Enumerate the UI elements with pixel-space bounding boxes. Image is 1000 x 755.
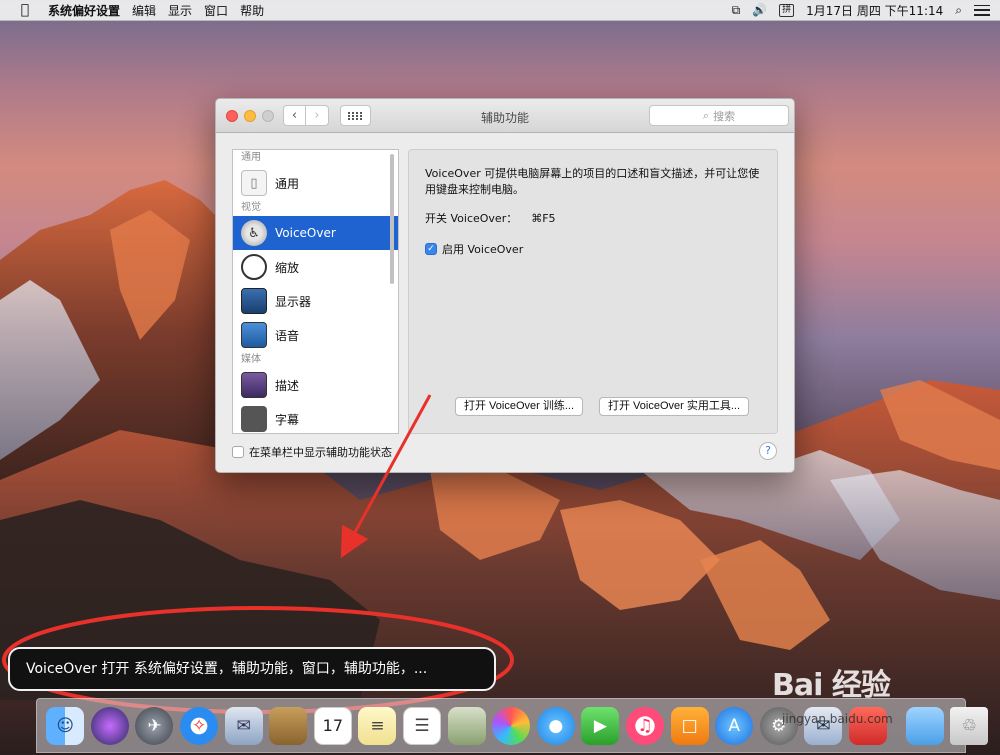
voiceover-description: VoiceOver 可提供电脑屏幕上的项目的口述和盲文描述，并可让您使用键盘来控…: [425, 167, 760, 196]
sidebar-item-general[interactable]: ▯ 通用: [233, 166, 398, 200]
display-icon: [241, 288, 267, 314]
menu-window[interactable]: 窗口: [204, 2, 228, 19]
ibooks-icon[interactable]: □: [670, 706, 709, 745]
sidebar-item-captions[interactable]: 字幕: [233, 402, 398, 433]
sidebar-item-label: 语音: [275, 328, 300, 343]
menu-help[interactable]: 帮助: [240, 2, 264, 19]
menu-view[interactable]: 显示: [168, 2, 192, 19]
itunes-icon[interactable]: ♫: [626, 706, 665, 745]
descriptions-icon: [241, 372, 267, 398]
section-header-media: 媒体: [241, 354, 261, 365]
sidebar-item-speech[interactable]: 语音: [233, 318, 398, 352]
folder-icon[interactable]: [905, 706, 944, 745]
menu-clock[interactable]: 1月17日 周四 下午11:14: [806, 2, 943, 19]
sidebar-item-zoom[interactable]: 缩放: [233, 250, 398, 284]
enable-voiceover-label: 启用 VoiceOver: [442, 243, 524, 256]
captions-icon: [241, 406, 267, 432]
open-voiceover-utility-button[interactable]: 打开 VoiceOver 实用工具...: [599, 397, 750, 416]
photos-icon[interactable]: [492, 706, 531, 745]
general-icon: ▯: [241, 170, 267, 196]
facetime-icon[interactable]: ▶: [581, 706, 620, 745]
search-icon: ⌕: [702, 108, 710, 122]
finder-icon[interactable]: ☺: [46, 706, 85, 745]
notification-center-icon[interactable]: [974, 4, 990, 16]
menu-extras: ⧉ 🔊 拼 1月17日 周四 下午11:14 ⌕: [720, 2, 1000, 19]
mail-icon[interactable]: ✉: [224, 706, 263, 745]
sidebar-item-descriptions[interactable]: 描述: [233, 368, 398, 402]
search-input[interactable]: ⌕ 搜索: [649, 105, 789, 126]
safari-icon[interactable]: ✧: [180, 706, 219, 745]
voiceover-caption-panel: VoiceOver 打开 系统偏好设置，辅助功能，窗口，辅助功能，...: [8, 647, 496, 691]
speech-icon: [241, 322, 267, 348]
window-titlebar[interactable]: ‹ › 辅助功能 ⌕ 搜索: [216, 99, 794, 133]
voiceover-icon: ♿: [241, 220, 267, 246]
sidebar-item-label: 通用: [275, 176, 300, 191]
sidebar-item-label: 描述: [275, 378, 300, 393]
sidebar-item-label: 显示器: [275, 294, 312, 309]
section-header-general: 通用: [241, 152, 261, 163]
section-header-vision: 视觉: [241, 202, 261, 213]
search-placeholder: 搜索: [713, 109, 736, 123]
reminders-icon[interactable]: ☰: [403, 706, 442, 745]
checkmark-icon[interactable]: ✓: [425, 243, 437, 255]
zoom-icon: [241, 254, 267, 280]
baidu-watermark: Bai 经验: [772, 660, 972, 703]
apple-menu-icon[interactable]: : [14, 2, 36, 18]
sidebar-item-display[interactable]: 显示器: [233, 284, 398, 318]
unchecked-box-icon[interactable]: [232, 446, 244, 458]
input-method-icon[interactable]: 拼: [779, 3, 795, 17]
appstore-icon[interactable]: A: [715, 706, 754, 745]
sidebar-scrollbar[interactable]: [390, 154, 394, 284]
watermark-url: jingyan.baidu.com: [782, 712, 893, 726]
calendar-icon[interactable]: 17: [313, 706, 352, 745]
spotlight-search-icon[interactable]: ⌕: [955, 3, 962, 18]
accessibility-window: ‹ › 辅助功能 ⌕ 搜索 通用 ▯ 通用 视觉 ♿ VoiceOver 缩放: [215, 98, 795, 473]
trash-icon[interactable]: ♲: [950, 706, 989, 745]
sidebar-item-label: 缩放: [275, 260, 300, 275]
messages-icon[interactable]: ●: [536, 706, 575, 745]
sidebar-item-label: VoiceOver: [275, 226, 336, 240]
menu-app-name[interactable]: 系统偏好设置: [48, 2, 120, 19]
screen-mirroring-icon[interactable]: ⧉: [732, 3, 741, 18]
show-status-label: 在菜单栏中显示辅助功能状态: [249, 446, 392, 459]
notes-book-icon[interactable]: [269, 706, 308, 745]
notes-icon[interactable]: ≡: [358, 706, 397, 745]
preview-icon[interactable]: [447, 706, 486, 745]
siri-icon[interactable]: [90, 706, 129, 745]
shortcut-keys: ⌘F5: [531, 212, 556, 225]
open-voiceover-training-button[interactable]: 打开 VoiceOver 训练...: [455, 397, 584, 416]
volume-icon[interactable]: 🔊: [752, 3, 767, 17]
menu-edit[interactable]: 编辑: [132, 2, 156, 19]
enable-voiceover-checkbox[interactable]: ✓ 启用 VoiceOver: [425, 241, 523, 257]
voiceover-shortcut: 开关 VoiceOver： ⌘F5: [425, 210, 556, 226]
menu-bar:  系统偏好设置 编辑 显示 窗口 帮助 ⧉ 🔊 拼 1月17日 周四 下午11…: [0, 0, 1000, 21]
sidebar-item-label: 字幕: [275, 412, 300, 427]
sidebar-item-voiceover[interactable]: ♿ VoiceOver: [233, 216, 398, 250]
voiceover-panel: VoiceOver 可提供电脑屏幕上的项目的口述和盲文描述，并可让您使用键盘来控…: [408, 149, 778, 434]
accessibility-sidebar[interactable]: 通用 ▯ 通用 视觉 ♿ VoiceOver 缩放 显示器 语音 媒体 描述 字…: [232, 149, 399, 434]
shortcut-label: 开关 VoiceOver：: [425, 212, 518, 225]
launchpad-icon[interactable]: ✈: [135, 706, 174, 745]
help-button[interactable]: ?: [759, 442, 777, 460]
show-status-in-menubar-checkbox[interactable]: 在菜单栏中显示辅助功能状态: [232, 444, 392, 460]
